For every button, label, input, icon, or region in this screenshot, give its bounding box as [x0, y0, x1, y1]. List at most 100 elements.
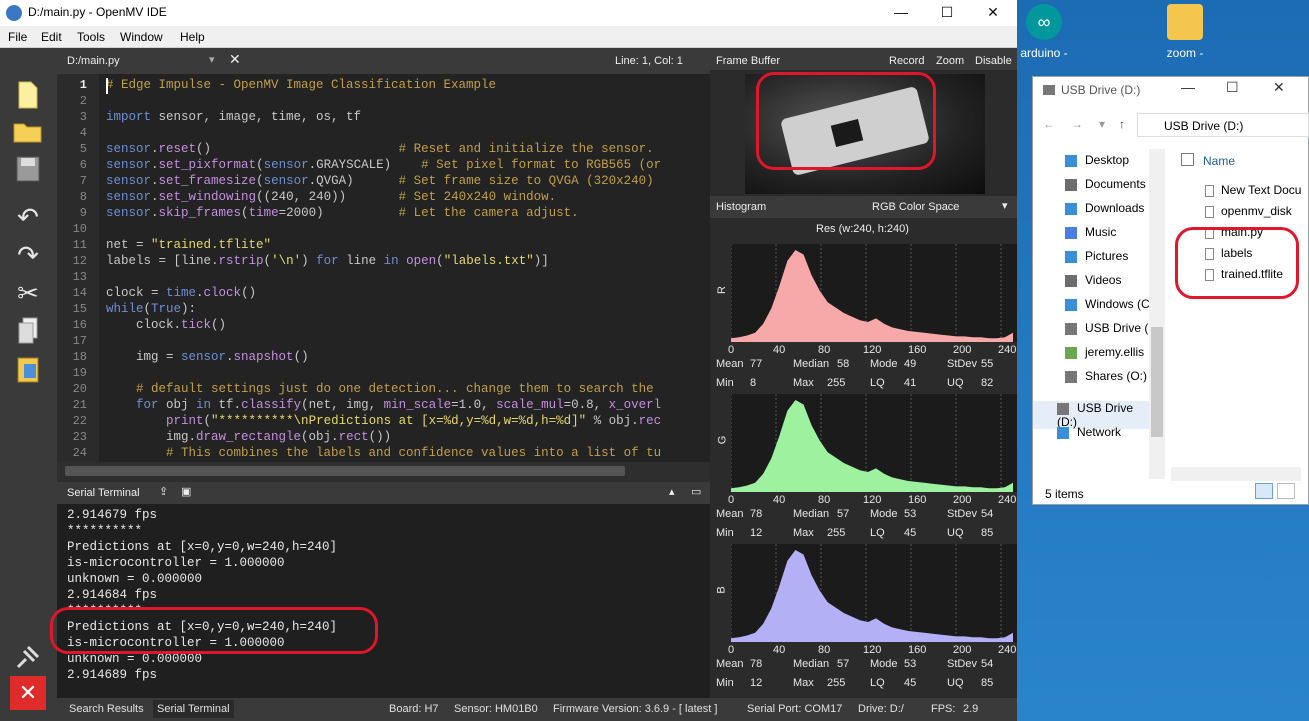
serial-terminal-tab[interactable]: Serial Terminal [153, 700, 234, 718]
annotation-oval-frame [756, 72, 936, 170]
stat-label: Min [716, 527, 734, 539]
stat-label: Min [716, 677, 734, 689]
code-line: sensor.set_framesize(sensor.QVGA) # Set … [106, 174, 654, 188]
search-results-tab[interactable]: Search Results [69, 703, 144, 715]
menu-help[interactable]: Help [180, 30, 205, 44]
paste-icon[interactable] [10, 352, 46, 386]
zoom-label: zoom - [1166, 46, 1204, 60]
stat-label: StDev [947, 508, 977, 520]
file-tab[interactable]: D:/main.py [67, 55, 120, 67]
serial-terminal-output[interactable]: 2.914679 fps ********** Predictions at [x=… [57, 504, 710, 698]
stat-label: Max [793, 527, 814, 539]
maximize-button[interactable]: ☐ [924, 0, 970, 26]
code-line: labels = [line.rstrip('\n') for line in … [106, 254, 549, 268]
nav-item[interactable]: jeremy.ellis [1065, 345, 1144, 359]
cursor-position: Line: 1, Col: 1 [615, 55, 683, 67]
explorer-maximize-button[interactable]: ☐ [1226, 79, 1239, 96]
nav-item[interactable]: Shares (O:) [1065, 369, 1147, 383]
maximize-terminal-icon[interactable]: ▭ [691, 485, 701, 498]
menu-bar: File Edit Tools Window Help [0, 26, 1017, 48]
scroll-thumb[interactable] [65, 466, 625, 476]
axis-tick-label: 0 [728, 644, 735, 656]
address-bar[interactable]: USB Drive (D:) [1137, 113, 1309, 137]
cut-icon[interactable]: ✂ [10, 276, 46, 310]
channel-label: B [715, 586, 728, 594]
nav-scroll-thumb[interactable] [1151, 327, 1163, 437]
collapse-icon[interactable]: ▴ [669, 485, 675, 498]
chevron-down-icon[interactable]: ▾ [1002, 199, 1008, 212]
copy-icon[interactable] [10, 314, 46, 348]
nav-item[interactable]: USB Drive ( [1065, 321, 1148, 335]
name-column-header[interactable]: Name [1203, 154, 1235, 168]
nav-scrollbar[interactable] [1149, 149, 1165, 479]
file-item[interactable]: openmv_disk [1205, 204, 1292, 218]
record-button[interactable]: Record [889, 55, 924, 67]
open-folder-icon[interactable] [10, 114, 46, 148]
axis-tick-label: 40 [773, 494, 786, 506]
arduino-label: arduino - [1020, 46, 1068, 60]
openmv-app-icon [6, 5, 22, 21]
nav-item-label: USB Drive ( [1085, 321, 1149, 335]
file-dropdown-icon[interactable]: ▾ [209, 53, 215, 66]
code-line: sensor.reset() # Reset and initialize th… [106, 142, 654, 156]
nav-item[interactable]: Videos [1065, 273, 1121, 287]
back-icon[interactable]: ← [1043, 117, 1055, 131]
terminal-line: unknown = 0.000000 [67, 652, 203, 666]
stat-value: 78 [750, 658, 763, 670]
nav-item[interactable]: Music [1065, 225, 1116, 239]
up-icon[interactable]: ↑ [1119, 117, 1125, 131]
arduino-shortcut[interactable]: ∞ arduino - [1012, 4, 1076, 60]
nav-item[interactable]: Pictures [1065, 249, 1128, 263]
color-space-select[interactable]: RGB Color Space [872, 201, 959, 213]
line-number: 10 [72, 222, 87, 236]
nav-item[interactable]: Documents [1065, 177, 1146, 191]
code-editor[interactable]: 1234567891011121314151617181920212223242… [57, 74, 710, 462]
axis-tick-label: 40 [773, 344, 786, 356]
menu-edit[interactable]: Edit [41, 30, 62, 44]
menu-tools[interactable]: Tools [77, 30, 105, 44]
upload-icon[interactable]: ⇪ [159, 485, 168, 498]
stat-value: 57 [837, 658, 850, 670]
line-number: 6 [79, 158, 87, 172]
connect-icon[interactable] [10, 640, 46, 674]
save-icon[interactable] [10, 152, 46, 186]
close-button[interactable]: ✕ [970, 0, 1016, 26]
stop-icon[interactable]: ✕ [10, 676, 46, 710]
zoom-shortcut[interactable]: zoom - [1153, 4, 1217, 60]
stat-label: Mode [870, 658, 898, 670]
editor-horizontal-scrollbar[interactable] [57, 462, 710, 482]
minimize-button[interactable]: — [878, 0, 924, 26]
save-log-icon[interactable]: ▣ [181, 485, 191, 498]
annotation-oval-files [1175, 227, 1299, 299]
nav-item[interactable]: Desktop [1065, 153, 1129, 167]
stat-label: UQ [947, 377, 964, 389]
forward-icon[interactable]: → [1071, 117, 1083, 131]
large-icons-view-icon[interactable] [1277, 483, 1295, 499]
explorer-close-button[interactable]: ✕ [1273, 79, 1285, 96]
axis-tick-label: 200 [953, 644, 972, 656]
nav-item[interactable]: Network [1057, 425, 1121, 439]
redo-icon[interactable]: ↷ [10, 238, 46, 272]
nav-item[interactable]: Downloads [1065, 201, 1144, 215]
file-horizontal-scrollbar[interactable] [1171, 467, 1301, 481]
firmware-info[interactable]: Firmware Version: 3.6.9 - [ latest ] [553, 703, 717, 715]
history-dropdown-icon[interactable]: ▾ [1099, 117, 1105, 131]
disable-button[interactable]: Disable [975, 55, 1012, 67]
new-file-icon[interactable] [10, 78, 46, 112]
terminal-line: 2.914689 fps [67, 668, 158, 682]
nav-item-icon [1057, 426, 1069, 439]
undo-icon[interactable]: ↶ [10, 200, 46, 234]
menu-window[interactable]: Window [120, 30, 163, 44]
nav-item[interactable]: Windows (C [1065, 297, 1150, 311]
axis-tick-label: 160 [908, 494, 927, 506]
axis-tick-label: 160 [908, 344, 927, 356]
nav-item-icon [1065, 370, 1077, 383]
stat-value: 255 [827, 377, 846, 389]
details-view-icon[interactable] [1255, 483, 1273, 499]
explorer-minimize-button[interactable]: — [1181, 79, 1195, 95]
menu-file[interactable]: File [8, 30, 27, 44]
close-file-icon[interactable]: ✕ [229, 51, 241, 68]
file-item[interactable]: New Text Docu [1205, 183, 1301, 197]
select-all-checkbox[interactable] [1181, 153, 1194, 166]
zoom-button[interactable]: Zoom [936, 55, 964, 67]
